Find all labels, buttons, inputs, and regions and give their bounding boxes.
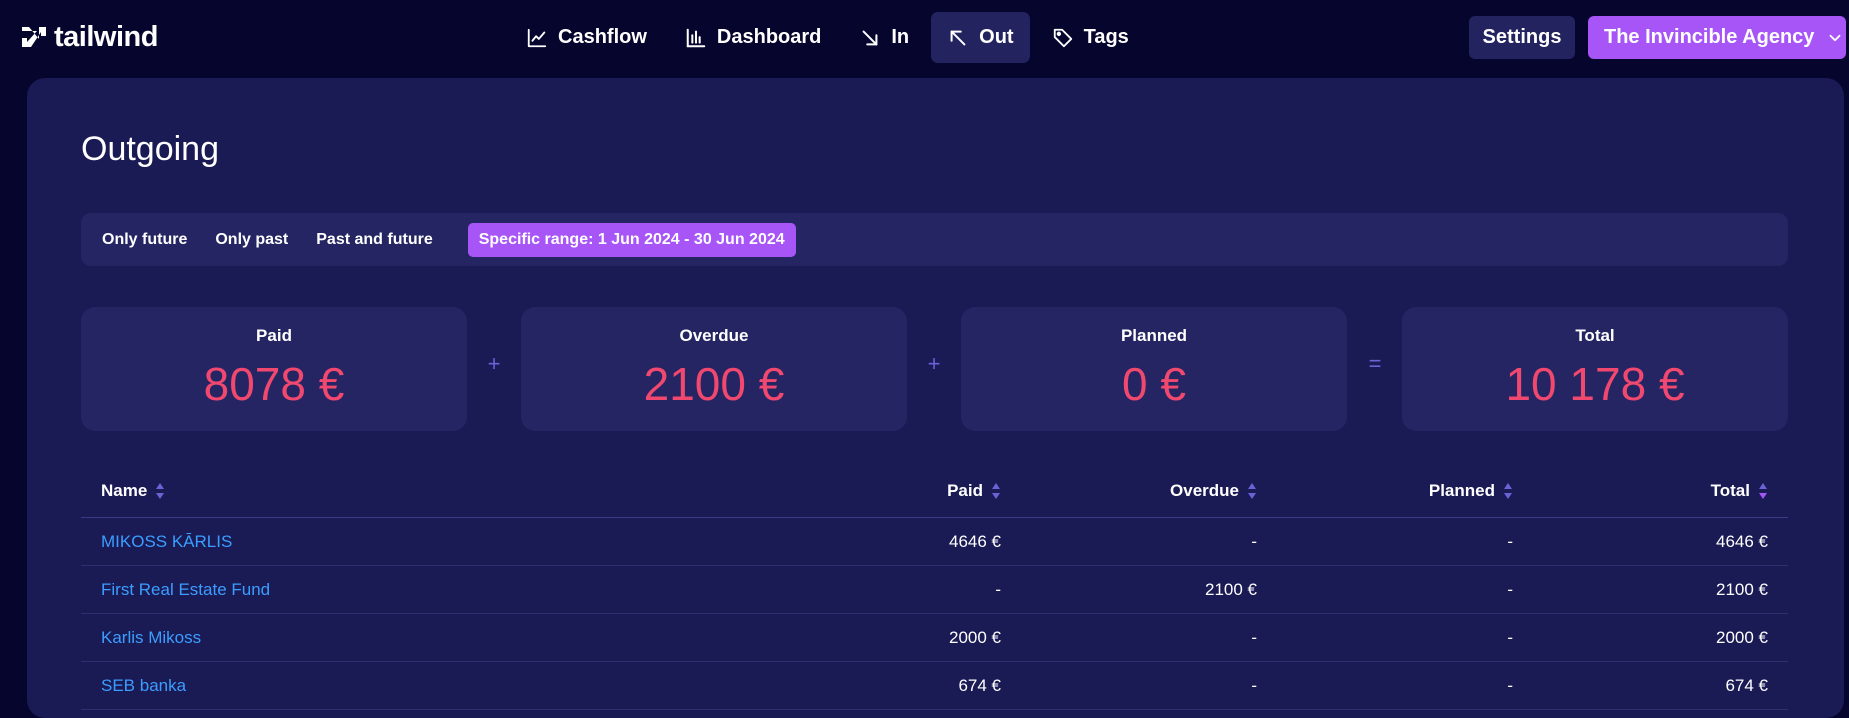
plus-operator: +	[927, 351, 941, 376]
column-header-overdue[interactable]: Overdue	[1001, 464, 1257, 518]
table-row: SEB banka 674 € - - 674 €	[81, 662, 1788, 710]
bar-chart-icon	[686, 28, 706, 47]
outgoing-table: Name Paid Overdue Planned Total MIKOSS K…	[81, 464, 1788, 710]
stat-value: 10 178 €	[1505, 358, 1685, 410]
nav-in[interactable]: In	[843, 12, 925, 63]
main-card: Outgoing Only future Only past Past and …	[27, 78, 1844, 718]
table-header: Name Paid Overdue Planned Total	[81, 464, 1788, 518]
period-filter-bar: Only future Only past Past and future Sp…	[81, 213, 1788, 266]
cell-paid: 674 €	[958, 676, 1001, 695]
payee-link[interactable]: SEB banka	[101, 662, 601, 710]
filter-only-future[interactable]: Only future	[91, 223, 198, 257]
cell-paid: 4646 €	[949, 532, 1001, 551]
filter-past-and-future[interactable]: Past and future	[305, 223, 443, 257]
nav-label: Out	[979, 26, 1014, 48]
table-row: First Real Estate Fund - 2100 € - 2100 €	[81, 566, 1788, 614]
settings-button[interactable]: Settings	[1469, 16, 1575, 59]
nav-label: Dashboard	[716, 26, 822, 48]
logo-text: tailwind	[54, 20, 158, 53]
sort-icon	[156, 483, 165, 499]
page-title: Outgoing	[81, 130, 219, 168]
cell-total: 674 €	[1725, 676, 1768, 695]
cell-overdue: -	[1251, 532, 1257, 551]
main-nav: Cashflow Dashboard In Out Tags	[510, 12, 1145, 63]
column-label: Planned	[1428, 481, 1495, 500]
chevron-down-icon	[1829, 34, 1841, 41]
payee-link[interactable]: First Real Estate Fund	[101, 566, 601, 614]
payee-link[interactable]: MIKOSS KĀRLIS	[101, 518, 601, 566]
nav-tags[interactable]: Tags	[1036, 12, 1145, 63]
sort-icon	[992, 483, 1000, 499]
cell-planned: -	[1507, 580, 1513, 599]
equals-operator: =	[1368, 351, 1382, 376]
nav-dashboard[interactable]: Dashboard	[669, 12, 837, 63]
filter-specific-range[interactable]: Specific range: 1 Jun 2024 - 30 Jun 2024	[467, 222, 796, 257]
arrow-up-left-icon	[950, 30, 966, 45]
nav-label: In	[891, 26, 910, 48]
cell-paid: 2000 €	[949, 628, 1001, 647]
table-row: MIKOSS KĀRLIS 4646 € - - 4646 €	[81, 518, 1788, 566]
arrow-down-right-icon	[862, 30, 878, 45]
sort-icon	[1248, 483, 1256, 499]
cell-planned: -	[1507, 676, 1513, 695]
cell-total: 4646 €	[1716, 532, 1768, 551]
stat-total: Total 10 178 €	[1402, 307, 1788, 431]
table-row: Karlis Mikoss 2000 € - - 2000 €	[81, 614, 1788, 662]
stat-overdue: Overdue 2100 €	[521, 307, 907, 431]
organization-name: The Invincible Agency	[1604, 26, 1815, 48]
payee-link[interactable]: Karlis Mikoss	[101, 614, 601, 662]
cell-overdue: 2100 €	[1205, 580, 1257, 599]
nav-label: Cashflow	[558, 26, 647, 48]
stat-label: Total	[1575, 326, 1615, 345]
stat-planned: Planned 0 €	[961, 307, 1347, 431]
top-bar: tailwind Cashflow Dashboard In Out Tags …	[0, 0, 1849, 74]
plus-operator: +	[487, 351, 501, 376]
tailwind-logo-icon	[22, 27, 46, 47]
nav-out[interactable]: Out	[931, 12, 1030, 63]
column-header-name[interactable]: Name	[101, 464, 601, 518]
cell-total: 2100 €	[1716, 580, 1768, 599]
cell-paid: -	[995, 580, 1001, 599]
column-label: Total	[1710, 481, 1750, 500]
summary-stats: Paid 8078 € + Overdue 2100 € + Planned 0…	[81, 307, 1788, 431]
cell-overdue: -	[1251, 628, 1257, 647]
organization-switcher[interactable]: The Invincible Agency	[1588, 16, 1846, 59]
logo[interactable]: tailwind	[20, 20, 158, 53]
stat-label: Paid	[256, 326, 292, 345]
sort-desc-icon	[1759, 483, 1767, 499]
stat-value: 0 €	[1122, 358, 1186, 410]
filter-only-past[interactable]: Only past	[204, 223, 299, 257]
sort-icon	[1504, 483, 1512, 499]
nav-cashflow[interactable]: Cashflow	[510, 12, 663, 63]
cell-planned: -	[1507, 532, 1513, 551]
stat-value: 2100 €	[643, 358, 785, 410]
column-header-total[interactable]: Total	[1513, 464, 1768, 518]
line-chart-icon	[527, 28, 547, 47]
column-header-paid[interactable]: Paid	[641, 464, 1001, 518]
column-label: Overdue	[1170, 481, 1239, 500]
stat-label: Overdue	[679, 326, 749, 345]
stat-label: Planned	[1120, 326, 1188, 345]
cell-overdue: -	[1251, 676, 1257, 695]
tag-icon	[1053, 28, 1072, 47]
column-header-planned[interactable]: Planned	[1257, 464, 1513, 518]
column-label: Paid	[947, 481, 983, 500]
stat-value: 8078 €	[203, 358, 345, 410]
column-label: Name	[101, 481, 148, 500]
nav-label: Tags	[1083, 26, 1129, 48]
cell-planned: -	[1507, 628, 1513, 647]
stat-paid: Paid 8078 €	[81, 307, 467, 431]
cell-total: 2000 €	[1716, 628, 1768, 647]
